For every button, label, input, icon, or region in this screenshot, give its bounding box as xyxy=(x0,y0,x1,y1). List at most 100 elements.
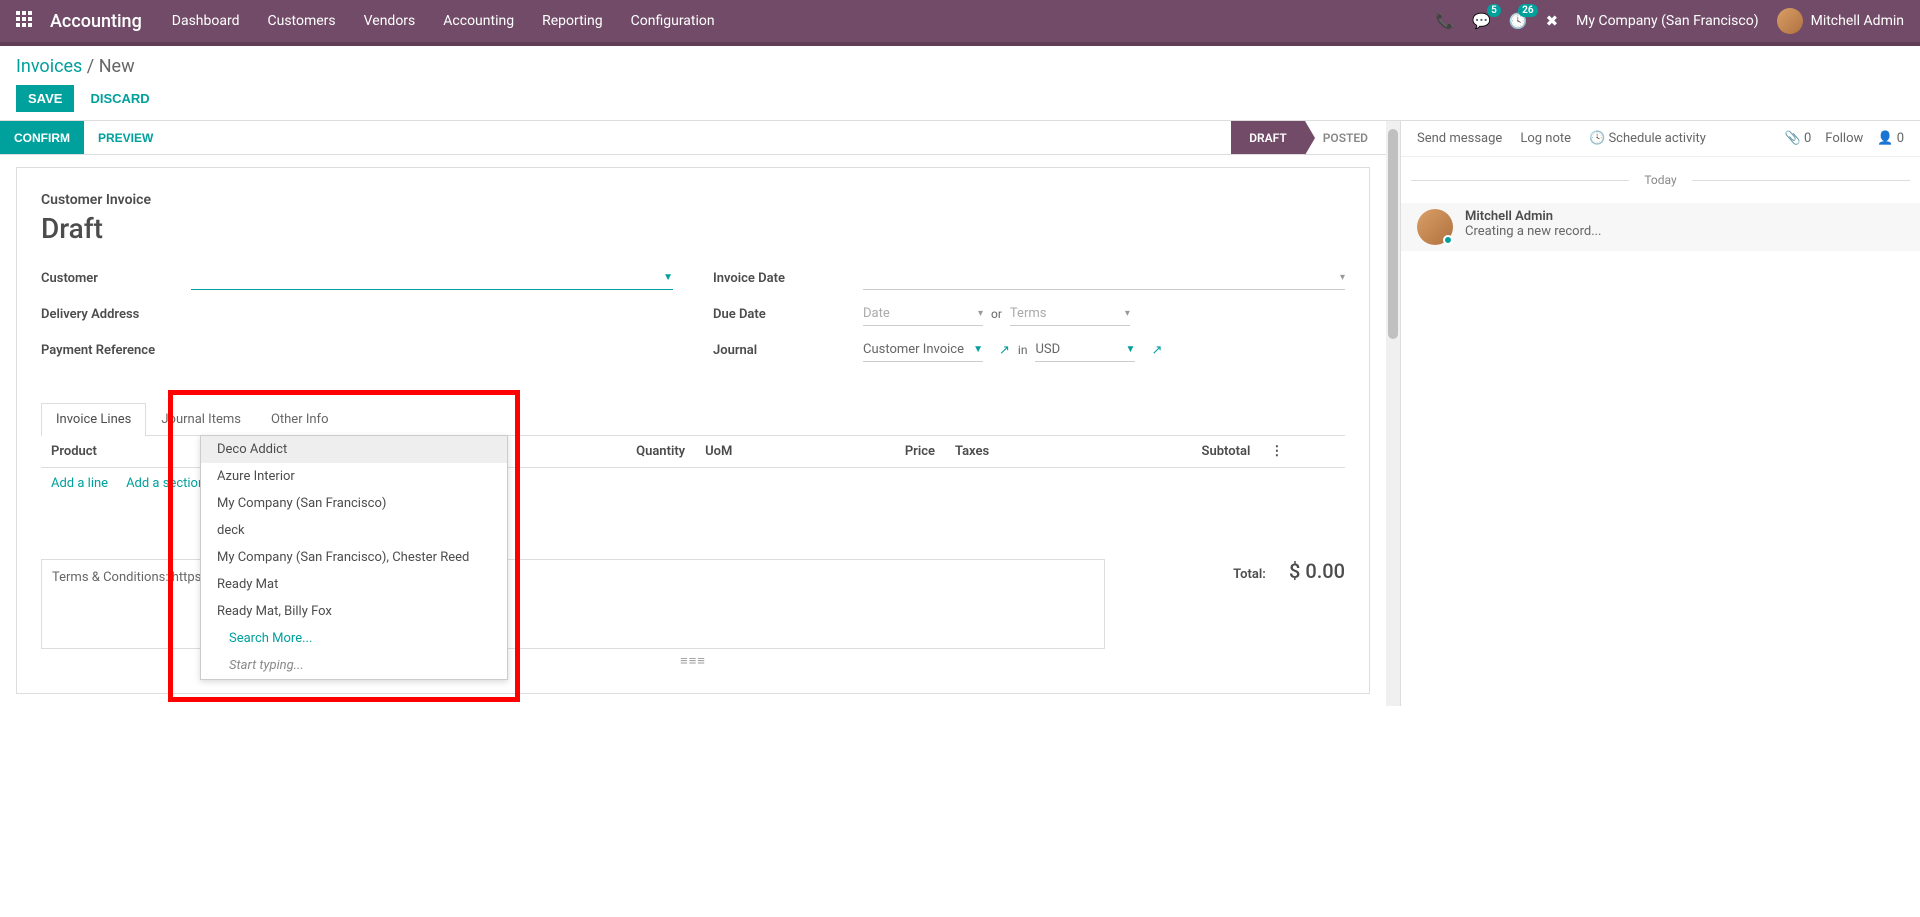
menu-vendors[interactable]: Vendors xyxy=(364,13,416,29)
add-section-link[interactable]: Add a section xyxy=(126,476,205,491)
status-bar: CONFIRM PREVIEW DRAFT POSTED xyxy=(0,121,1386,155)
invoice-title: Draft xyxy=(41,212,1345,245)
total-amount: $ 0.00 xyxy=(1289,559,1345,583)
breadcrumb-sep: / xyxy=(87,56,99,77)
log-note-button[interactable]: Log note xyxy=(1520,131,1571,146)
scrollbar[interactable] xyxy=(1386,121,1400,706)
label-due-date: Due Date xyxy=(713,307,863,322)
tabs: Invoice Lines Journal Items Other Info xyxy=(41,403,1345,436)
breadcrumb-root[interactable]: Invoices xyxy=(16,56,82,77)
paperclip-icon: 📎 xyxy=(1785,131,1801,146)
status-posted[interactable]: POSTED xyxy=(1305,121,1386,154)
messages-icon[interactable]: 💬5 xyxy=(1472,12,1491,30)
breadcrumb: Invoices / New xyxy=(16,56,1904,77)
col-taxes[interactable]: Taxes xyxy=(945,436,1084,468)
phone-icon[interactable]: 📞 xyxy=(1436,12,1455,30)
total-label: Total: xyxy=(1233,567,1266,582)
dropdown-item[interactable]: Ready Mat, Billy Fox xyxy=(201,598,507,625)
scrollbar-thumb[interactable] xyxy=(1388,129,1398,339)
message-item: Mitchell Admin Creating a new record... xyxy=(1401,203,1920,251)
clock-icon: 🕓 xyxy=(1589,131,1608,146)
label-invoice-date: Invoice Date xyxy=(713,271,863,286)
customer-field[interactable]: ▼ xyxy=(191,266,673,290)
user-name: Mitchell Admin xyxy=(1811,13,1904,29)
user-avatar xyxy=(1777,8,1803,34)
external-link-icon[interactable]: ↗ xyxy=(1151,343,1162,358)
add-line-link[interactable]: Add a line xyxy=(51,476,108,491)
dropdown-item[interactable]: deck xyxy=(201,517,507,544)
col-quantity[interactable]: Quantity xyxy=(518,436,695,468)
dropdown-item[interactable]: Azure Interior xyxy=(201,463,507,490)
invoice-type: Customer Invoice xyxy=(41,192,1345,208)
company-switcher[interactable]: My Company (San Francisco) xyxy=(1576,13,1758,29)
dropdown-item[interactable]: My Company (San Francisco) xyxy=(201,490,507,517)
col-options-icon[interactable]: ⋮ xyxy=(1260,436,1345,468)
label-journal: Journal xyxy=(713,343,863,358)
col-subtotal[interactable]: Subtotal xyxy=(1084,436,1260,468)
due-date-or: or xyxy=(991,307,1002,321)
chevron-down-icon: ▼ xyxy=(663,272,673,283)
label-delivery: Delivery Address xyxy=(41,307,191,322)
top-nav: Accounting Dashboard Customers Vendors A… xyxy=(0,0,1920,42)
messages-badge: 5 xyxy=(1487,4,1501,17)
discard-button[interactable]: DISCARD xyxy=(90,91,149,106)
tab-invoice-lines[interactable]: Invoice Lines xyxy=(41,403,146,436)
totals: Total: $ 0.00 xyxy=(1125,559,1345,649)
send-message-button[interactable]: Send message xyxy=(1417,131,1502,146)
due-date-field[interactable]: Date▾ xyxy=(863,302,983,326)
control-panel: Invoices / New SAVE DISCARD xyxy=(0,46,1920,112)
menu-customers[interactable]: Customers xyxy=(268,13,336,29)
activities-icon[interactable]: 🕓26 xyxy=(1509,12,1528,30)
dropdown-item[interactable]: My Company (San Francisco), Chester Reed xyxy=(201,544,507,571)
follow-button[interactable]: Follow xyxy=(1825,131,1863,146)
message-author[interactable]: Mitchell Admin xyxy=(1465,209,1602,224)
col-price[interactable]: Price xyxy=(816,436,945,468)
online-dot xyxy=(1443,235,1453,245)
chevron-down-icon: ▾ xyxy=(1340,272,1345,283)
message-text: Creating a new record... xyxy=(1465,224,1602,239)
menu-reporting[interactable]: Reporting xyxy=(542,13,603,29)
col-uom[interactable]: UoM xyxy=(695,436,816,468)
label-customer: Customer xyxy=(41,271,191,286)
col-product[interactable]: Product xyxy=(41,436,210,468)
date-divider: Today xyxy=(1401,173,1920,187)
tab-other-info[interactable]: Other Info xyxy=(256,403,344,435)
app-brand[interactable]: Accounting xyxy=(50,11,142,32)
debug-icon[interactable]: ✖ xyxy=(1546,12,1559,30)
menu-dashboard[interactable]: Dashboard xyxy=(172,13,240,29)
chevron-down-icon: ▼ xyxy=(973,344,983,355)
user-icon: 👤 xyxy=(1877,131,1893,146)
chevron-down-icon: ▾ xyxy=(1125,308,1130,319)
tab-journal-items[interactable]: Journal Items xyxy=(146,403,256,435)
preview-button[interactable]: PREVIEW xyxy=(84,121,167,154)
chevron-down-icon: ▾ xyxy=(978,308,983,319)
menu-accounting[interactable]: Accounting xyxy=(443,13,514,29)
label-payref: Payment Reference xyxy=(41,343,191,358)
chevron-down-icon: ▼ xyxy=(1126,344,1136,355)
customer-dropdown: Deco Addict Azure Interior My Company (S… xyxy=(200,435,508,680)
breadcrumb-current: New xyxy=(99,56,135,77)
attachments-button[interactable]: 📎 0 xyxy=(1785,131,1812,146)
activities-badge: 26 xyxy=(1518,4,1537,17)
dropdown-item[interactable]: Deco Addict xyxy=(201,436,507,463)
message-avatar xyxy=(1417,209,1453,245)
save-button[interactable]: SAVE xyxy=(16,85,74,112)
user-menu[interactable]: Mitchell Admin xyxy=(1777,8,1904,34)
invoice-date-field[interactable]: ▾ xyxy=(863,266,1345,290)
confirm-button[interactable]: CONFIRM xyxy=(0,121,84,154)
status-draft[interactable]: DRAFT xyxy=(1231,121,1305,154)
apps-icon[interactable] xyxy=(16,11,36,31)
chatter-panel: Send message Log note 🕓 Schedule activit… xyxy=(1400,121,1920,706)
schedule-activity-button[interactable]: 🕓 Schedule activity xyxy=(1589,131,1706,146)
currency-field[interactable]: USD▼ xyxy=(1035,338,1135,362)
main-menu: Dashboard Customers Vendors Accounting R… xyxy=(172,13,715,29)
external-link-icon[interactable]: ↗ xyxy=(999,343,1010,358)
dropdown-start-typing: Start typing... xyxy=(201,652,507,679)
menu-configuration[interactable]: Configuration xyxy=(631,13,715,29)
journal-in: in xyxy=(1018,343,1028,357)
dropdown-search-more[interactable]: Search More... xyxy=(201,625,507,652)
dropdown-item[interactable]: Ready Mat xyxy=(201,571,507,598)
journal-field[interactable]: Customer Invoice▼ xyxy=(863,338,983,362)
followers-button[interactable]: 👤 0 xyxy=(1877,131,1904,146)
payment-terms-field[interactable]: Terms▾ xyxy=(1010,302,1130,326)
